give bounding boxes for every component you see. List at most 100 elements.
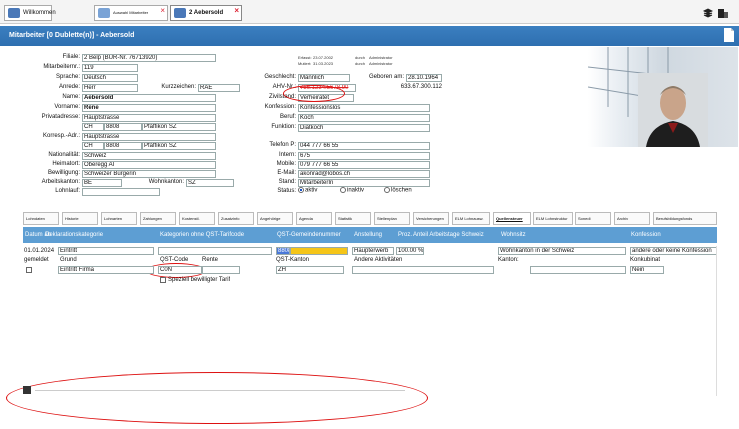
arbeitskanton-select[interactable]: BE [82, 179, 122, 187]
name-field[interactable]: Aebersold [82, 94, 216, 102]
nationalitaet-select[interactable]: Schweiz [82, 152, 216, 160]
col-anteil-arbeitstage[interactable]: Anteil Arbeitstage Schweiz [413, 227, 484, 243]
telefon-field[interactable]: 044 777 66 55 [298, 142, 430, 150]
subtab-lohndaten[interactable]: Lohndaten [23, 212, 59, 225]
vorname-field[interactable]: Rene [82, 104, 216, 112]
subtab-quellensteuer[interactable]: Quellensteuer [493, 212, 531, 225]
sprache-select[interactable]: Deutsch [82, 74, 138, 82]
cell-wohnsitz[interactable]: Wohnkanton in der Schweiz [498, 247, 626, 255]
cell-andere-aktivitaeten[interactable] [352, 266, 494, 274]
document-icon[interactable] [724, 28, 734, 42]
col-konfession[interactable]: Konfession [631, 227, 661, 243]
label-anrede: Anrede: [58, 84, 80, 90]
subtab-zusatzinfo[interactable]: Zusatzinfo [218, 212, 254, 225]
subtab-archiv[interactable]: Archiv [614, 212, 650, 225]
cell-grund[interactable]: Eintritt Firma [58, 266, 154, 274]
mitarbeiternr-field[interactable]: 119 [82, 64, 138, 72]
privat-strasse-field[interactable]: Hauptstrasse [82, 114, 216, 122]
radio-icon [384, 187, 390, 193]
col-anstellung[interactable]: Anstellung [354, 227, 382, 243]
cell-kategorie[interactable]: Eintritt [58, 247, 154, 255]
wohnkanton-select[interactable]: SZ [186, 179, 234, 187]
status-radio-loeschen[interactable]: löschen [384, 187, 412, 194]
label-geboren: Geboren am: [368, 74, 404, 80]
subtab-zahlungen[interactable]: Zahlungen [140, 212, 176, 225]
subtab-lohnarten[interactable]: Lohnarten [101, 212, 137, 225]
home-icon [8, 8, 20, 18]
cell-datum[interactable]: 01.01.2024 [24, 247, 54, 255]
bewilligung-select[interactable]: Schweizer Bürgerin [82, 170, 216, 178]
beruf-field[interactable]: Koch [298, 114, 430, 122]
label-bewilligung: Bewilligung: [47, 170, 80, 176]
subtab-elm-lohnstruktur[interactable]: ELM Lohnstruktur [533, 212, 573, 225]
korresp-strasse-field[interactable]: Hauptstrasse [82, 133, 216, 141]
stand-select[interactable]: MitarbeiterIn [298, 179, 430, 187]
subtab-berufsbildungsfonds[interactable]: Berufsbildungsfonds [653, 212, 717, 225]
subtab-agenda[interactable]: Agenda [296, 212, 332, 225]
mobile-field[interactable]: 079 777 66 55 [298, 161, 430, 169]
tab-aebersold[interactable]: 2 Aebersold × [170, 5, 242, 21]
tab-willkommen[interactable]: Willkommen [4, 5, 56, 21]
cell-konfession[interactable]: andere oder keine Konfession [630, 247, 717, 255]
funktion-field[interactable]: Diätkoch [298, 124, 430, 132]
kurzzeichen-field[interactable]: RAE [198, 84, 240, 92]
korresp-land-field[interactable]: CH [82, 142, 104, 150]
cell-qst-code[interactable]: C0N [158, 266, 202, 274]
subtab-sonedi[interactable]: Sonedi [575, 212, 611, 225]
privat-plz-field[interactable]: 8808 [104, 123, 142, 131]
privat-land-field[interactable]: CH [82, 123, 104, 131]
subtab-statistik[interactable]: Statistik [335, 212, 371, 225]
cell-rente[interactable] [202, 266, 240, 274]
vertical-scrollbar[interactable] [716, 246, 717, 396]
close-icon[interactable]: × [234, 4, 239, 18]
cell-gemeindenr[interactable]: 8808 [276, 247, 290, 255]
email-field[interactable]: akonrad@lobos.ch [298, 170, 430, 178]
cell-anstellung[interactable]: Haupterwerb [352, 247, 394, 255]
intern-field[interactable]: 675 [298, 152, 430, 160]
subtab-elm-lohnausw[interactable]: ELM Lohnausw. [452, 212, 490, 225]
subtab-kostenstl[interactable]: Kostenstl. [179, 212, 215, 225]
subtab-historie[interactable]: Historie [62, 212, 98, 225]
subtab-stellenplan[interactable]: Stellenplan [374, 212, 410, 225]
subtab-angehoerige[interactable]: Angehörige [257, 212, 293, 225]
filiale-field[interactable]: 2 Belp (BUR-Nr. 76713920) [82, 54, 216, 62]
speziell-checkbox[interactable] [160, 277, 166, 283]
col-deklarationskategorie[interactable]: Deklarationskategorie [45, 227, 103, 243]
grund-label: Grund [60, 257, 77, 263]
cell-kanton[interactable] [530, 266, 626, 274]
window-tab-bar: Willkommen Auswahl Mitarbeiter × 2 Aeber… [0, 0, 739, 24]
gemeldet-checkbox[interactable] [26, 267, 32, 273]
radio-selected-icon [298, 187, 304, 193]
col-kategorien-ohne-qst[interactable]: Kategorien ohne QST-Tarifcode [160, 227, 244, 243]
cell-gemeinde-lookup[interactable] [290, 247, 348, 255]
annotation-circle [283, 85, 345, 102]
subtab-versicherungen[interactable]: Versicherungen [413, 212, 449, 225]
korresp-plz-field[interactable]: 8808 [104, 142, 142, 150]
geschlecht-select[interactable]: Männlich [298, 74, 350, 82]
lohnlauf-select[interactable] [82, 188, 160, 196]
privat-ort-field[interactable]: Pfäffikon SZ [142, 123, 216, 131]
status-radio-aktiv[interactable]: aktiv [298, 187, 317, 194]
status-radio-inaktiv[interactable]: inaktiv [340, 187, 364, 194]
stack-icon[interactable] [702, 8, 714, 18]
label-wohnkanton: Wohnkanton: [148, 179, 184, 185]
konfession-select[interactable]: Konfessionslos [298, 104, 430, 112]
tab-auswahl-mitarbeiter[interactable]: Auswahl Mitarbeiter × [94, 5, 168, 21]
col-proz[interactable]: Proz. [398, 227, 412, 243]
geboren-field[interactable]: 28.10.1964 [406, 74, 442, 82]
heimatort-field[interactable]: Oberegg AI [82, 161, 216, 169]
cell-kategorien-ohne-qst[interactable] [158, 247, 272, 255]
cell-proz[interactable]: 100.00 % [396, 247, 424, 255]
label-heimatort: Heimatort: [52, 161, 80, 167]
cell-qst-kanton[interactable]: ZH [276, 266, 344, 274]
ahv-alt-value: 633.67.300.112 [400, 84, 442, 90]
module-icon[interactable] [717, 7, 729, 19]
anrede-select[interactable]: Herr [82, 84, 138, 92]
close-icon[interactable]: × [160, 4, 165, 18]
korresp-ort-field[interactable]: Pfäffikon SZ [142, 142, 216, 150]
horizontal-scrollbar[interactable] [35, 390, 405, 391]
col-wohnsitz[interactable]: Wohnsitz [501, 227, 526, 243]
scroll-handle[interactable] [23, 386, 31, 394]
col-qst-gemeindenummer[interactable]: QST-Gemeindenummer [277, 227, 341, 243]
cell-konkubinat[interactable]: Nein [630, 266, 664, 274]
